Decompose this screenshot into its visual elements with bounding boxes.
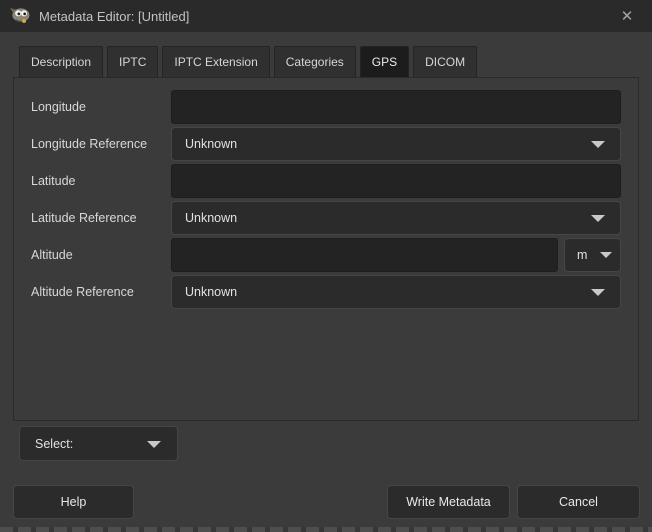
altitude-reference-dropdown[interactable]: Unknown bbox=[171, 275, 621, 309]
select-dropdown-label: Select: bbox=[35, 437, 73, 451]
altitude-unit-value: m bbox=[577, 248, 587, 262]
select-dropdown[interactable]: Select: bbox=[19, 426, 178, 461]
gps-tab-panel: Longitude Longitude Reference Unknown La… bbox=[13, 77, 639, 421]
window-title: Metadata Editor: [Untitled] bbox=[39, 9, 189, 24]
titlebar: Metadata Editor: [Untitled] ✕ bbox=[0, 0, 652, 32]
latitude-row: Latitude bbox=[14, 164, 638, 198]
tab-description[interactable]: Description bbox=[19, 46, 103, 77]
latitude-label: Latitude bbox=[31, 164, 75, 198]
altitude-unit-dropdown[interactable]: m bbox=[564, 238, 621, 272]
altitude-row: Altitude m bbox=[14, 238, 638, 272]
cancel-button[interactable]: Cancel bbox=[517, 485, 640, 519]
close-icon[interactable]: ✕ bbox=[610, 0, 644, 32]
tab-iptc[interactable]: IPTC bbox=[107, 46, 158, 77]
longitude-reference-row: Longitude Reference Unknown bbox=[14, 127, 638, 161]
longitude-label: Longitude bbox=[31, 90, 86, 124]
longitude-row: Longitude bbox=[14, 90, 638, 124]
chevron-down-icon bbox=[147, 441, 161, 448]
longitude-reference-label: Longitude Reference bbox=[31, 127, 147, 161]
latitude-input[interactable] bbox=[171, 164, 621, 198]
latitude-reference-dropdown[interactable]: Unknown bbox=[171, 201, 621, 235]
altitude-reference-row: Altitude Reference Unknown bbox=[14, 275, 638, 309]
longitude-input[interactable] bbox=[171, 90, 621, 124]
gimp-wilber-icon bbox=[9, 7, 31, 25]
longitude-reference-value: Unknown bbox=[185, 137, 237, 151]
altitude-label: Altitude bbox=[31, 238, 73, 272]
tab-strip: Description IPTC IPTC Extension Categori… bbox=[19, 46, 477, 77]
altitude-reference-label: Altitude Reference bbox=[31, 275, 134, 309]
latitude-reference-label: Latitude Reference bbox=[31, 201, 137, 235]
altitude-reference-value: Unknown bbox=[185, 285, 237, 299]
window-resize-grip[interactable] bbox=[0, 527, 652, 532]
chevron-down-icon bbox=[591, 215, 605, 222]
latitude-reference-value: Unknown bbox=[185, 211, 237, 225]
tab-gps[interactable]: GPS bbox=[360, 46, 409, 77]
longitude-reference-dropdown[interactable]: Unknown bbox=[171, 127, 621, 161]
chevron-down-icon bbox=[591, 289, 605, 296]
metadata-editor-dialog: Metadata Editor: [Untitled] ✕ Descriptio… bbox=[0, 0, 652, 532]
latitude-reference-row: Latitude Reference Unknown bbox=[14, 201, 638, 235]
tab-iptc-extension[interactable]: IPTC Extension bbox=[162, 46, 269, 77]
altitude-input[interactable] bbox=[171, 238, 558, 272]
write-metadata-button[interactable]: Write Metadata bbox=[387, 485, 510, 519]
tab-categories[interactable]: Categories bbox=[274, 46, 356, 77]
chevron-down-icon bbox=[600, 252, 612, 258]
chevron-down-icon bbox=[591, 141, 605, 148]
tab-dicom[interactable]: DICOM bbox=[413, 46, 477, 77]
help-button[interactable]: Help bbox=[13, 485, 134, 519]
